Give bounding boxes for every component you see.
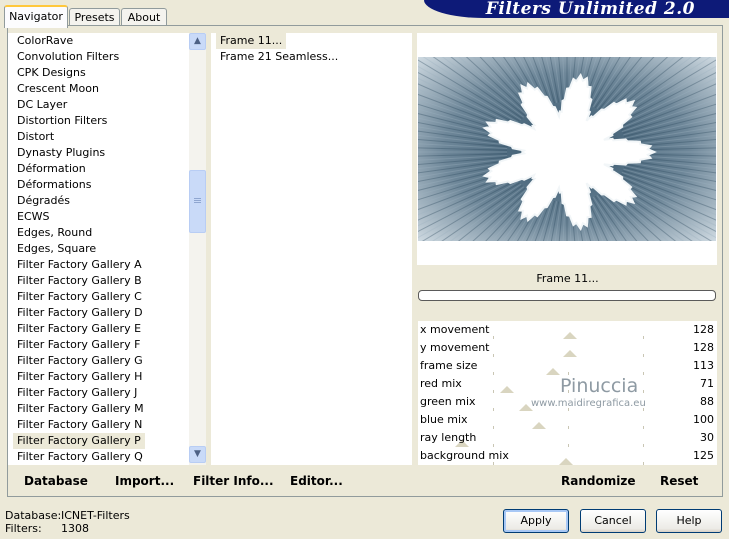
slider-tick	[643, 462, 644, 465]
category-item[interactable]: Filter Factory Gallery D	[17, 305, 143, 321]
param-value: 30	[700, 431, 714, 444]
grip-line	[194, 198, 201, 199]
filters-count-label: Filters:	[5, 522, 42, 535]
category-item[interactable]: Filter Factory Gallery Q	[17, 449, 143, 465]
slider-knob[interactable]	[532, 422, 546, 429]
scroll-down-button[interactable]: ▼	[189, 446, 206, 463]
category-item[interactable]: ECWS	[17, 209, 50, 225]
slider-knob[interactable]	[500, 386, 514, 393]
category-item[interactable]: Dynasty Plugins	[17, 145, 105, 161]
param-slider-frame-size[interactable]: frame size 113	[418, 357, 717, 375]
watermark-name: Pinuccia	[560, 375, 639, 397]
preview-image	[418, 57, 716, 241]
filter-item[interactable]: Frame 21 Seamless...	[220, 49, 338, 65]
category-item[interactable]: Filter Factory Gallery G	[17, 353, 143, 369]
param-slider-x-movement[interactable]: x movement 128	[418, 321, 717, 339]
category-item[interactable]: Filter Factory Gallery E	[17, 321, 141, 337]
param-label: y movement	[420, 341, 490, 354]
param-value: 88	[700, 395, 714, 408]
param-label: red mix	[420, 377, 462, 390]
preview-filter-name: Frame 11...	[418, 266, 717, 291]
category-item[interactable]: Filter Factory Gallery B	[17, 273, 142, 289]
apply-button[interactable]: Apply	[503, 509, 569, 533]
category-item[interactable]: Filter Factory Gallery F	[17, 337, 140, 353]
category-item[interactable]: DC Layer	[17, 97, 67, 113]
category-item[interactable]: Déformation	[17, 161, 86, 177]
param-slider-ray-length[interactable]: ray length 30	[418, 429, 717, 447]
param-label: x movement	[420, 323, 490, 336]
category-item[interactable]: Filter Factory Gallery C	[17, 289, 142, 305]
watermark-url: www.maidiregrafica.eu	[531, 398, 646, 409]
banner-title: Filters Unlimited 2.0	[485, 0, 695, 19]
slider-tick	[493, 462, 494, 465]
database-button[interactable]: Database	[24, 474, 88, 488]
filter-item[interactable]: Frame 11...	[216, 33, 287, 49]
progress-bar	[418, 290, 716, 301]
filter-list[interactable]: Frame 11... Frame 21 Seamless...	[211, 33, 412, 465]
param-label: green mix	[420, 395, 476, 408]
tab-about[interactable]: About	[121, 8, 167, 26]
category-item[interactable]: Filter Factory Gallery P	[13, 433, 145, 449]
param-value: 100	[693, 413, 714, 426]
category-item[interactable]: Dégradés	[17, 193, 70, 209]
category-item[interactable]: Distortion Filters	[17, 113, 107, 129]
param-label: frame size	[420, 359, 478, 372]
category-item[interactable]: Filter Factory Gallery M	[17, 401, 144, 417]
category-item[interactable]: CPK Designs	[17, 65, 86, 81]
cancel-button[interactable]: Cancel	[580, 509, 646, 533]
randomize-button[interactable]: Randomize	[561, 474, 635, 488]
editor-button[interactable]: Editor...	[290, 474, 343, 488]
slider-knob[interactable]	[546, 368, 560, 375]
slider-knob[interactable]	[559, 458, 573, 465]
slider-knob[interactable]	[563, 332, 577, 339]
title-banner: Filters Unlimited 2.0	[424, 0, 729, 19]
category-item[interactable]: Filter Factory Gallery N	[17, 417, 142, 433]
param-value: 128	[693, 341, 714, 354]
category-list[interactable]: ColorRave Convolution Filters CPK Designs C…	[8, 33, 206, 465]
tab-navigator[interactable]: Navigator	[4, 5, 68, 28]
param-slider-blue-mix[interactable]: blue mix 100	[418, 411, 717, 429]
category-item[interactable]: Crescent Moon	[17, 81, 99, 97]
category-scrollbar[interactable]: ▲ ▼	[189, 33, 206, 465]
scroll-up-button[interactable]: ▲	[189, 33, 206, 50]
filters-count-value: 1308	[61, 522, 89, 535]
database-label: Database:	[5, 509, 62, 522]
param-value: 71	[700, 377, 714, 390]
grip-line	[194, 200, 201, 201]
category-item[interactable]: Filter Factory Gallery H	[17, 369, 142, 385]
category-item[interactable]: Filter Factory Gallery A	[17, 257, 142, 273]
param-slider-background-mix[interactable]: background mix 125	[418, 447, 717, 465]
param-label: ray length	[420, 431, 477, 444]
param-slider-y-movement[interactable]: y movement 128	[418, 339, 717, 357]
reset-button[interactable]: Reset	[660, 474, 698, 488]
category-item[interactable]: Filter Factory Gallery J	[17, 385, 137, 401]
help-button[interactable]: Help	[656, 509, 722, 533]
param-value: 125	[693, 449, 714, 462]
scroll-thumb[interactable]	[189, 170, 206, 233]
database-value: ICNET-Filters	[61, 509, 130, 522]
import-button[interactable]: Import...	[115, 474, 174, 488]
category-item[interactable]: Convolution Filters	[17, 49, 119, 65]
filter-info-button[interactable]: Filter Info...	[193, 474, 274, 488]
param-value: 113	[693, 359, 714, 372]
category-item[interactable]: ColorRave	[17, 33, 73, 49]
tab-presets[interactable]: Presets	[69, 8, 120, 26]
category-item[interactable]: Distort	[17, 129, 54, 145]
category-item[interactable]: Edges, Square	[17, 241, 96, 257]
param-value: 128	[693, 323, 714, 336]
category-item[interactable]: Edges, Round	[17, 225, 92, 241]
category-item[interactable]: Déformations	[17, 177, 91, 193]
param-label: blue mix	[420, 413, 468, 426]
grip-line	[194, 202, 201, 203]
slider-knob[interactable]	[563, 350, 577, 357]
param-label: background mix	[420, 449, 509, 462]
